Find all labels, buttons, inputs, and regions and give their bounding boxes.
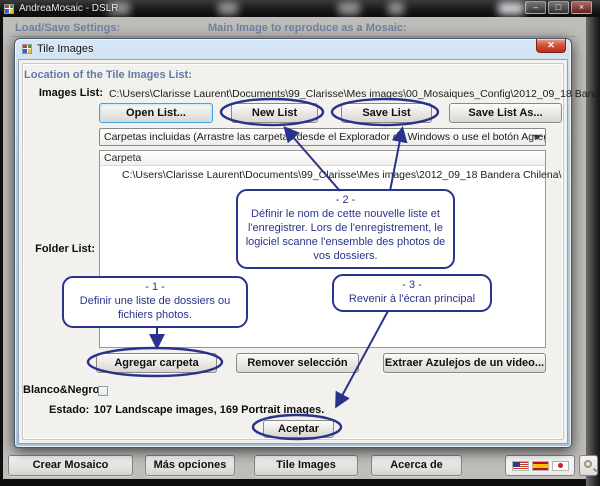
blanco-negro-label: Blanco&Negro: — [23, 384, 103, 396]
window-title: AndreaMosaic - DSLR — [19, 3, 118, 14]
japan-flag-icon — [552, 461, 569, 471]
annotation-note-2-text: Définir le nom de cette nouvelle liste e… — [246, 208, 446, 262]
annotation-note-1: - 1 - Definir une liste de dossiers ou f… — [62, 276, 248, 328]
folder-mode-dropdown[interactable]: Carpetas incluidas (Arrastre las carpeta… — [99, 128, 546, 146]
extraer-azulejos-button[interactable]: Extraer Azulejos de un video... — [383, 353, 546, 373]
agregar-carpeta-button[interactable]: Agregar carpeta — [96, 353, 217, 373]
folder-list-label: Folder List: — [19, 243, 95, 255]
folder-list-column-header: Carpeta — [100, 151, 545, 166]
minimize-button[interactable]: – — [525, 1, 546, 14]
annotation-note-1-text: Definir une liste de dossiers ou fichier… — [80, 295, 230, 321]
tile-images-button[interactable]: Tile Images — [254, 455, 358, 476]
dialog-title: Tile Images — [37, 43, 93, 55]
dialog-mosaic-icon — [22, 44, 32, 54]
estado-value: 107 Landscape images, 169 Portrait image… — [94, 404, 325, 416]
save-list-as-button[interactable]: Save List As... — [449, 103, 562, 123]
dialog-close-button[interactable]: ✕ — [536, 39, 566, 53]
window-titlebar: AndreaMosaic - DSLR – □ × — [0, 0, 600, 17]
aceptar-button[interactable]: Aceptar — [263, 420, 334, 438]
annotation-note-3: - 3 - Revenir à l'écran principal — [332, 274, 492, 312]
andreamosaic-app-icon — [4, 4, 14, 14]
us-flag-icon — [512, 461, 529, 471]
crear-mosaico-button[interactable]: Crear Mosaico — [8, 455, 133, 476]
search-zoom-button[interactable] — [579, 455, 598, 476]
application-window: AndreaMosaic - DSLR – □ × Load/Save Sett… — [0, 0, 600, 486]
acerca-de-button[interactable]: Acerca de — [371, 455, 462, 476]
annotation-note-2-number: - 2 - — [245, 193, 446, 207]
folder-list-row[interactable]: C:\Users\Clarisse Laurent\Documents\99_C… — [100, 166, 545, 181]
dialog-titlebar: Tile Images ✕ — [15, 39, 571, 58]
estado-label: Estado: — [49, 404, 89, 416]
spain-flag-icon — [532, 461, 549, 471]
folder-mode-dropdown-value: Carpetas incluidas (Arrastre las carpeta… — [104, 131, 546, 143]
annotation-note-3-text: Revenir à l'écran principal — [349, 293, 475, 305]
blanco-negro-checkbox[interactable] — [98, 386, 108, 396]
save-list-button[interactable]: Save List — [341, 103, 432, 123]
remover-seleccion-button[interactable]: Remover selección — [236, 353, 359, 373]
new-list-button[interactable]: New List — [231, 103, 318, 123]
language-flags-button[interactable] — [505, 455, 575, 476]
annotation-note-3-number: - 3 - — [341, 278, 483, 292]
chevron-down-icon — [533, 135, 541, 140]
close-button[interactable]: × — [571, 1, 592, 14]
annotation-note-2: - 2 - Définir le nom de cette nouvelle l… — [236, 189, 455, 269]
load-save-settings-label: Load/Save Settings: — [15, 22, 120, 34]
mas-opciones-button[interactable]: Más opciones — [145, 455, 235, 476]
main-window-section-row: Load/Save Settings: Main Image to reprod… — [12, 21, 576, 37]
magnifier-icon — [584, 460, 592, 468]
maximize-button[interactable]: □ — [548, 1, 569, 14]
section-heading: Location of the Tile Images List: — [24, 69, 192, 81]
main-image-label: Main Image to reproduce as a Mosaic: — [208, 22, 407, 34]
images-list-path: C:\Users\Clarisse Laurent\Documents\99_C… — [109, 88, 600, 100]
annotation-note-1-number: - 1 - — [71, 280, 239, 294]
images-list-label: Images List: — [27, 87, 103, 99]
open-list-button[interactable]: Open List... — [99, 103, 213, 123]
